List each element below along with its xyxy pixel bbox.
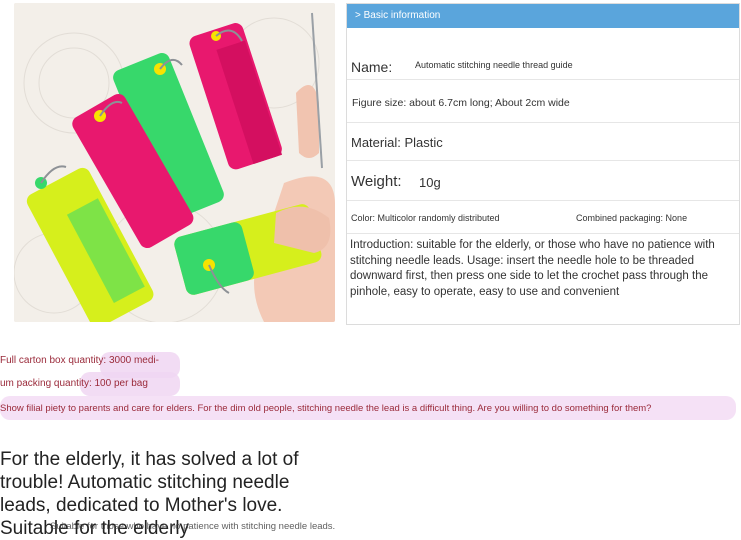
name-row: Name: Automatic stitching needle thread … — [347, 28, 739, 80]
weight-value: 10g — [419, 175, 441, 190]
promo-overlap-line: Suitable for those who have no patience … — [50, 521, 336, 532]
name-value: Automatic stitching needle thread guide — [415, 60, 573, 70]
carton-quantity-line1: Full carton box quantity: 3000 medi- — [0, 355, 159, 366]
weight-label: Weight: — [351, 173, 402, 190]
figure-size-row: Figure size: about 6.7cm long; About 2cm… — [347, 80, 739, 123]
introduction-text: Introduction: suitable for the elderly, … — [350, 239, 715, 298]
packaging-text: Combined packaging: None — [576, 213, 688, 223]
weight-row: Weight: 10g — [347, 161, 739, 201]
basic-info-panel: > Basic information Name: Automatic stit… — [346, 3, 740, 325]
color-packaging-row: Color: Multicolor randomly distributed C… — [347, 201, 739, 234]
needle-threaders-illustration — [14, 3, 335, 322]
color-text: Color: Multicolor randomly distributed — [351, 213, 500, 223]
figure-size-text: Figure size: about 6.7cm long; About 2cm… — [352, 97, 570, 109]
name-label: Name: — [351, 59, 393, 75]
basic-info-header: > Basic information — [347, 4, 739, 28]
carton-quantity-line2: um packing quantity: 100 per bag — [0, 378, 148, 389]
filial-piety-text: Show filial piety to parents and care fo… — [0, 403, 652, 414]
product-photo — [14, 3, 335, 322]
material-row: Material: Plastic — [347, 123, 739, 161]
material-text: Material: Plastic — [351, 135, 443, 150]
